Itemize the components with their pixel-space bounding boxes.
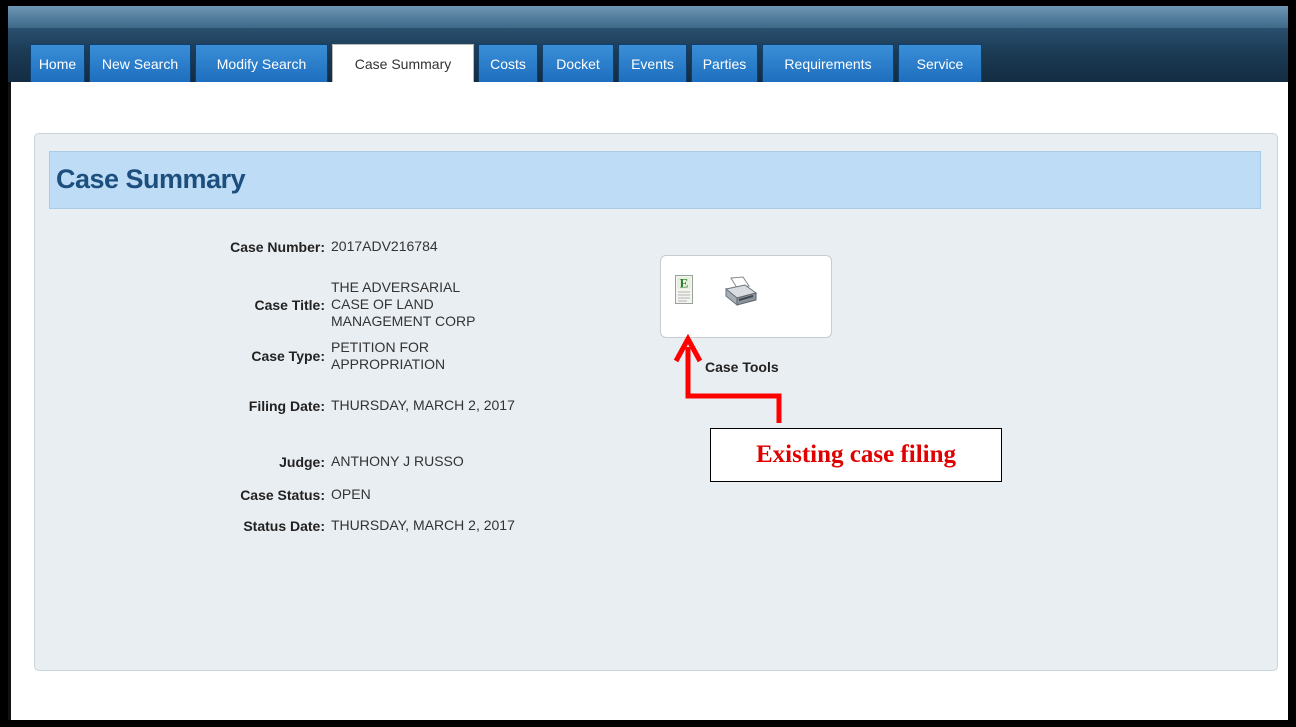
- case-summary-panel: Case Summary Case Number: 2017ADV216784 …: [34, 133, 1278, 671]
- case-title-row: Case Title: THE ADVERSARIAL CASE OF LAND…: [207, 279, 496, 330]
- tab-service[interactable]: Service: [898, 44, 982, 82]
- case-number-value: 2017ADV216784: [331, 238, 438, 254]
- panel-header: Case Summary: [49, 151, 1261, 209]
- tab-case-summary[interactable]: Case Summary: [332, 44, 474, 82]
- case-type-value: PETITION FOR APPROPRIATION: [331, 339, 446, 372]
- case-status-value: OPEN: [331, 486, 371, 502]
- topbar-highlight: [8, 6, 1288, 28]
- annotation-callout: Existing case filing: [710, 428, 1002, 482]
- svg-text:E: E: [680, 276, 689, 291]
- judge-label: Judge:: [279, 453, 325, 470]
- filing-date-row: Filing Date: THURSDAY, MARCH 2, 2017: [207, 397, 516, 414]
- tab-home[interactable]: Home: [30, 44, 85, 82]
- tab-strip: Home New Search Modify Search Case Summa…: [30, 44, 982, 82]
- frame-border: [8, 6, 11, 720]
- efile-icon[interactable]: E: [675, 275, 693, 304]
- case-number-row: Case Number: 2017ADV216784: [207, 238, 521, 255]
- printer-icon[interactable]: [723, 276, 758, 308]
- case-tools-box: E: [660, 255, 832, 338]
- case-status-label: Case Status:: [240, 486, 325, 503]
- tab-events[interactable]: Events: [618, 44, 687, 82]
- judge-value: ANTHONY J RUSSO: [331, 453, 464, 469]
- tab-costs[interactable]: Costs: [478, 44, 538, 82]
- status-date-label: Status Date:: [243, 517, 325, 534]
- tab-parties[interactable]: Parties: [691, 44, 758, 82]
- status-date-value: THURSDAY, MARCH 2, 2017: [331, 517, 515, 533]
- tab-new-search[interactable]: New Search: [89, 44, 191, 82]
- case-title-value: THE ADVERSARIAL CASE OF LAND MANAGEMENT …: [331, 279, 476, 329]
- case-number-label: Case Number:: [230, 238, 325, 255]
- tab-modify-search[interactable]: Modify Search: [195, 44, 328, 82]
- judge-row: Judge: ANTHONY J RUSSO: [207, 453, 521, 470]
- filing-date-value: THURSDAY, MARCH 2, 2017: [331, 397, 515, 413]
- tab-docket[interactable]: Docket: [542, 44, 614, 82]
- case-title-label: Case Title:: [254, 296, 325, 313]
- status-date-row: Status Date: THURSDAY, MARCH 2, 2017: [207, 517, 516, 534]
- filing-date-label: Filing Date:: [248, 397, 325, 414]
- case-tools-label: Case Tools: [705, 359, 779, 375]
- case-status-row: Case Status: OPEN: [207, 486, 521, 503]
- case-type-label: Case Type:: [251, 348, 325, 364]
- case-type-row: Case Type: PETITION FOR APPROPRIATION: [207, 339, 481, 373]
- top-navigation-bar: Home New Search Modify Search Case Summa…: [8, 6, 1288, 82]
- tab-requirements[interactable]: Requirements: [762, 44, 894, 82]
- browser-frame: Home New Search Modify Search Case Summa…: [8, 6, 1288, 720]
- page-title: Case Summary: [56, 164, 246, 194]
